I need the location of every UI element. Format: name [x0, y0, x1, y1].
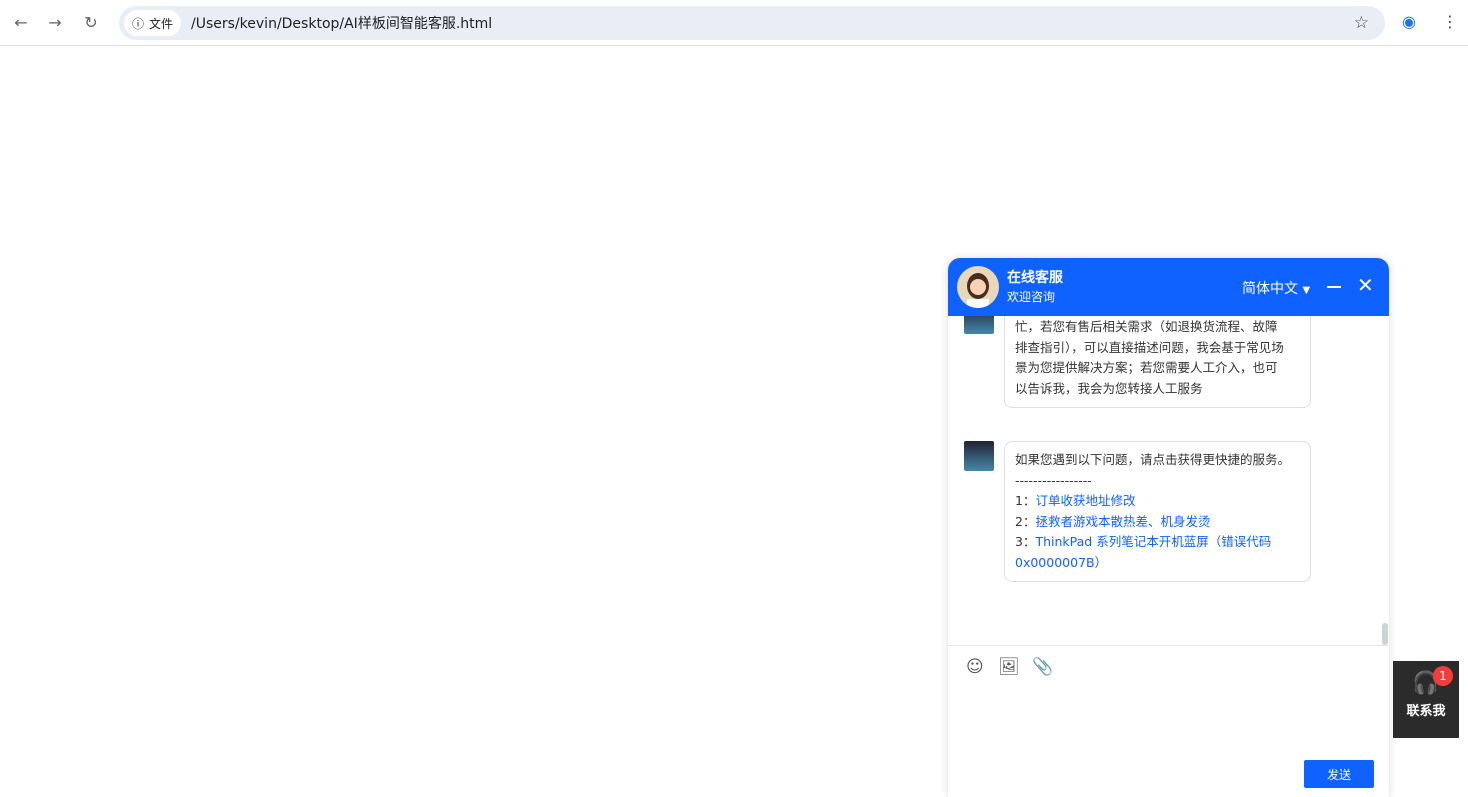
contact-me-button[interactable]: 🎧 1 联系我 [1393, 661, 1459, 738]
attachment-icon[interactable]: 📎 [1032, 657, 1053, 677]
site-info-chip[interactable]: ⓘ 文件 [124, 10, 182, 36]
contact-label: 联系我 [1406, 704, 1446, 719]
bookmark-star-icon[interactable]: ☆ [1354, 13, 1369, 33]
message-divider: ----------------- [1015, 472, 1092, 488]
input-toolbar: ☺ 🖼 📎 [948, 645, 1389, 677]
url-text[interactable]: /Users/kevin/Desktop/AI样板间智能客服.html [191, 13, 492, 33]
message-line: 以告诉我，我会为您转接人工服务 [1015, 380, 1203, 396]
option-number: 1： [1015, 493, 1036, 508]
image-icon[interactable]: 🖼 [998, 657, 1020, 677]
info-icon: ⓘ [132, 16, 145, 31]
back-icon[interactable]: ← [9, 11, 33, 35]
chat-title: 在线客服 [1007, 270, 1063, 286]
message-intro: 如果您遇到以下问题，请点击获得更快捷的服务。 [1015, 452, 1291, 467]
chip-label: 文件 [149, 16, 174, 31]
minimize-icon[interactable] [1327, 286, 1341, 288]
option-number: 2： [1015, 513, 1036, 529]
chat-subtitle: 欢迎咨询 [1007, 290, 1056, 304]
bot-avatar [964, 441, 994, 471]
scrollbar[interactable] [1382, 623, 1388, 645]
profile-icon[interactable]: ◉ [1402, 12, 1416, 31]
bot-avatar [964, 316, 994, 334]
chat-header: 在线客服 欢迎咨询 简体中文 ▼ ✕ [948, 258, 1389, 316]
reload-icon[interactable]: ↻ [79, 11, 103, 35]
notification-badge: 1 [1433, 666, 1453, 686]
close-icon[interactable]: ✕ [1357, 275, 1374, 295]
option-number: 3： [1015, 534, 1036, 549]
message-bubble: 如果您遇到以下问题，请点击获得更快捷的服务。 -----------------… [1004, 441, 1311, 582]
language-select[interactable]: 简体中文 ▼ [1242, 278, 1310, 298]
quick-option[interactable]: 2：拯救者游戏本散热差、机身发烫 [1015, 512, 1300, 533]
chat-widget: 在线客服 欢迎咨询 简体中文 ▼ ✕ 忙，若您有售后相关需求（如退换货流程、故障… [948, 258, 1389, 797]
forward-icon[interactable]: → [43, 11, 67, 35]
menu-icon[interactable]: ⋮ [1442, 12, 1458, 31]
message-line: 景为您提供解决方案；若您需要人工介入，也可 [1015, 360, 1278, 375]
quick-option[interactable]: 3：ThinkPad 系列笔记本开机蓝屏（错误代码0x0000007B） [1015, 532, 1300, 573]
message-list[interactable]: 忙，若您有售后相关需求（如退换货流程、故障 排查指引），可以直接描述问题，我会基… [948, 316, 1389, 644]
send-button[interactable]: 发送 [1304, 760, 1374, 788]
option-link[interactable]: 订单收获地址修改 [1035, 493, 1135, 508]
quick-option[interactable]: 1：订单收获地址修改 [1015, 491, 1300, 512]
message-bubble: 忙，若您有售后相关需求（如退换货流程、故障 排查指引），可以直接描述问题，我会基… [1004, 316, 1311, 408]
message-line: 忙，若您有售后相关需求（如退换货流程、故障 [1015, 319, 1278, 334]
language-label: 简体中文 [1242, 281, 1298, 297]
message-line: 排查指引），可以直接描述问题，我会基于常见场 [1015, 339, 1284, 355]
emoji-icon[interactable]: ☺ [966, 657, 984, 677]
option-link[interactable]: ThinkPad 系列笔记本开机蓝屏（错误代码0x0000007B） [1015, 534, 1271, 570]
address-bar[interactable]: ⓘ 文件 /Users/kevin/Desktop/AI样板间智能客服.html … [119, 6, 1385, 40]
agent-avatar [957, 266, 999, 308]
caret-down-icon: ▼ [1302, 285, 1311, 296]
option-link[interactable]: 拯救者游戏本散热差、机身发烫 [1035, 514, 1210, 529]
